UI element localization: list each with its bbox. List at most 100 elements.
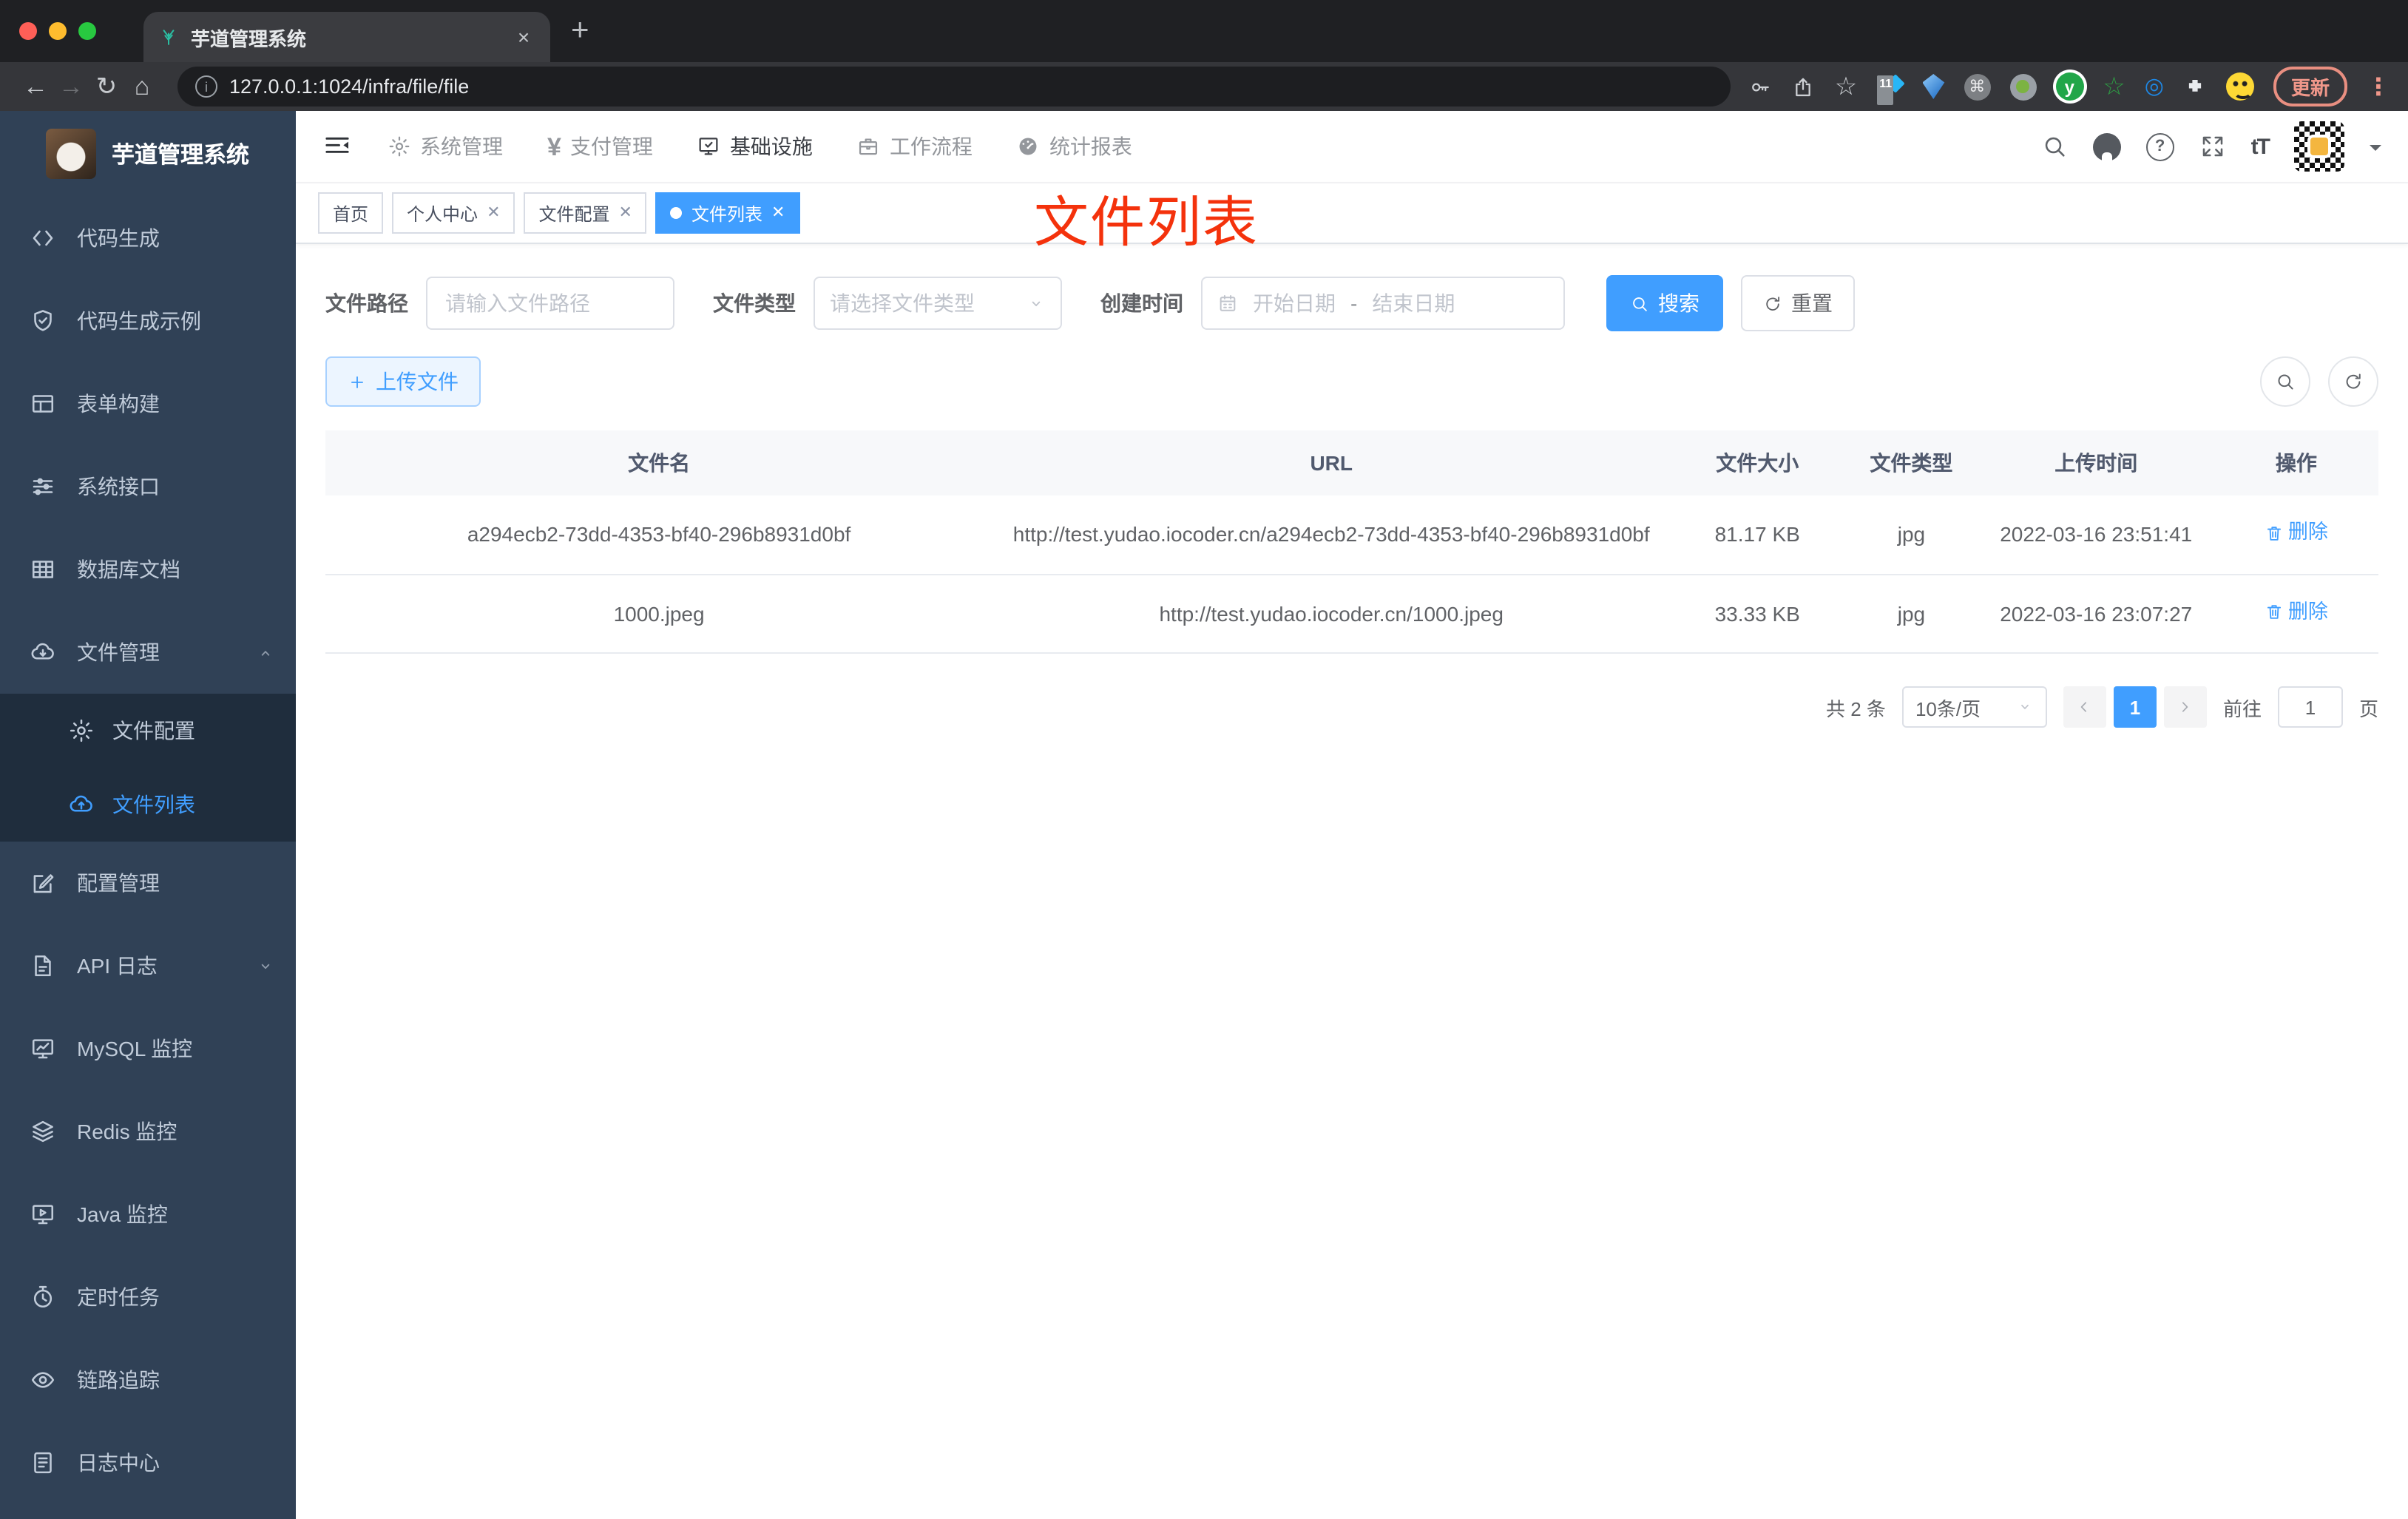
page-size-select[interactable]: 10条/页: [1901, 686, 2047, 728]
app-title: 芋道管理系统: [111, 143, 249, 169]
top-navbar: 系统管理 ¥ 支付管理 基础设施 工作流程 统计报表 ? tT: [296, 111, 2408, 183]
topnav-system-management[interactable]: 系统管理: [388, 132, 503, 161]
extensions-puzzle-icon[interactable]: [2183, 75, 2207, 98]
sidebar-submenu-file: 文件配置 文件列表: [0, 694, 296, 842]
tag-close-icon[interactable]: ✕: [619, 204, 632, 221]
topnav-workflow[interactable]: 工作流程: [857, 132, 973, 161]
page-number-button[interactable]: 1: [2113, 686, 2157, 728]
goto-label: 前往: [2222, 697, 2262, 720]
window-close-button[interactable]: [19, 22, 37, 40]
file-type-select[interactable]: 请选择文件类型: [814, 277, 1062, 330]
col-url: URL: [992, 430, 1671, 495]
url-field[interactable]: i 127.0.0.1:1024/infra/file/file: [177, 67, 1731, 106]
sidebar-item-form-builder[interactable]: 表单构建: [0, 362, 296, 445]
sidebar-item-api-log[interactable]: API 日志: [0, 924, 296, 1007]
sidebar-item-mysql-monitor[interactable]: MySQL 监控: [0, 1007, 296, 1090]
col-upload-time: 上传时间: [1978, 430, 2214, 495]
bookmark-star-icon[interactable]: ☆: [1835, 74, 1858, 99]
share-icon[interactable]: [1792, 75, 1816, 98]
extension-y-icon[interactable]: y: [2055, 72, 2084, 101]
sidebar-item-log-center[interactable]: 日志中心: [0, 1421, 296, 1504]
github-icon[interactable]: [2092, 132, 2121, 160]
delete-button[interactable]: 删除: [2265, 516, 2328, 549]
new-tab-button[interactable]: +: [571, 13, 589, 49]
tab-close-icon[interactable]: ×: [512, 25, 535, 49]
sidebar-item-file-list[interactable]: 文件列表: [0, 768, 296, 842]
back-button[interactable]: ←: [18, 74, 53, 99]
date-range-picker[interactable]: 开始日期 - 结束日期: [1201, 277, 1565, 330]
sidebar-item-java-monitor[interactable]: Java 监控: [0, 1173, 296, 1256]
reload-button[interactable]: ↻: [89, 74, 124, 99]
forward-button[interactable]: →: [53, 74, 89, 99]
search-button[interactable]: 搜索: [1606, 275, 1723, 331]
reset-button[interactable]: 重置: [1741, 275, 1855, 331]
next-page-button[interactable]: [2163, 686, 2207, 728]
topnav-infrastructure[interactable]: 基础设施: [697, 132, 813, 161]
sidebar-item-scheduled-tasks[interactable]: 定时任务: [0, 1256, 296, 1339]
site-info-icon[interactable]: i: [195, 75, 217, 98]
extension-gem-icon[interactable]: [1922, 74, 1945, 99]
extension-star-icon[interactable]: ☆: [2103, 74, 2125, 99]
date-separator: -: [1350, 291, 1358, 315]
col-file-type: 文件类型: [1844, 430, 1978, 495]
cell-file-size: 81.17 KB: [1670, 495, 1845, 575]
sidebar-item-file-config[interactable]: 文件配置: [0, 694, 296, 768]
tag-profile[interactable]: 个人中心 ✕: [392, 192, 515, 234]
cell-file-type: jpg: [1844, 574, 1978, 654]
window-zoom-button[interactable]: [78, 22, 96, 40]
delete-button[interactable]: 删除: [2265, 595, 2328, 629]
tag-close-icon[interactable]: ✕: [771, 204, 785, 221]
font-size-icon[interactable]: tT: [2251, 134, 2270, 159]
browser-tab[interactable]: 芋道管理系统 ×: [143, 12, 550, 62]
page-content: 文件路径 文件类型 请选择文件类型 创建时间: [296, 244, 2408, 1519]
sidebar-item-tracing[interactable]: 链路追踪: [0, 1339, 296, 1421]
fullscreen-icon[interactable]: [2199, 133, 2226, 160]
extension-eye-icon[interactable]: ◎: [2145, 75, 2164, 98]
site-favicon-icon: [158, 27, 179, 47]
refresh-table-button[interactable]: [2328, 356, 2378, 407]
prev-page-button[interactable]: [2063, 686, 2106, 728]
chevron-down-icon: [256, 956, 275, 975]
cell-file-size: 33.33 KB: [1670, 574, 1845, 654]
extension-command-icon[interactable]: ⌘: [1964, 73, 1991, 100]
collapse-sidebar-icon[interactable]: [322, 132, 352, 161]
sidebar-item-config-management[interactable]: 配置管理: [0, 842, 296, 924]
tag-file-config[interactable]: 文件配置 ✕: [524, 192, 647, 234]
file-path-input[interactable]: [426, 277, 674, 330]
sidebar-item-system-api[interactable]: 系统接口: [0, 445, 296, 528]
window-minimize-button[interactable]: [49, 22, 67, 40]
extension-emoji-icon[interactable]: [2225, 72, 2254, 101]
sidebar-item-file-management[interactable]: 文件管理: [0, 611, 296, 694]
table-row: a294ecb2-73dd-4353-bf40-296b8931d0bf htt…: [325, 495, 2378, 575]
sidebar-item-redis-monitor[interactable]: Redis 监控: [0, 1090, 296, 1173]
header-search-icon[interactable]: [2041, 133, 2068, 160]
sidebar-item-code-generation[interactable]: 代码生成: [0, 197, 296, 280]
table-header-row: 文件名 URL 文件大小 文件类型 上传时间 操作: [325, 430, 2378, 495]
tag-home[interactable]: 首页: [318, 192, 384, 234]
password-key-icon[interactable]: [1749, 75, 1773, 98]
extension-dot-icon[interactable]: [2009, 73, 2037, 100]
tag-file-list[interactable]: 文件列表 ✕: [655, 192, 800, 234]
browser-address-bar: ← → ↻ ⌂ i 127.0.0.1:1024/infra/file/file…: [0, 62, 2408, 111]
sidebar-item-code-example[interactable]: 代码生成示例: [0, 280, 296, 362]
topnav-statistics-report[interactable]: 统计报表: [1017, 132, 1132, 161]
home-button[interactable]: ⌂: [124, 74, 160, 99]
extension-tampermonkey-icon[interactable]: 11: [1876, 73, 1905, 100]
avatar[interactable]: [2294, 121, 2344, 172]
browser-update-button[interactable]: 更新: [2273, 67, 2347, 106]
trash-icon: [2265, 523, 2284, 542]
topnav-payment-management[interactable]: ¥ 支付管理: [547, 132, 653, 161]
sidebar: 芋道管理系统 代码生成 代码生成示例 表单构建 系统接口 数据库文档 文件管理 …: [0, 111, 296, 1519]
help-icon[interactable]: ?: [2145, 132, 2174, 160]
app-logo: 芋道管理系统: [0, 111, 296, 197]
col-file-name: 文件名: [325, 430, 993, 495]
avatar-caret-down-icon[interactable]: [2370, 144, 2381, 156]
pagination-total: 共 2 条: [1826, 697, 1886, 720]
sidebar-item-db-doc[interactable]: 数据库文档: [0, 528, 296, 611]
upload-file-button[interactable]: 上传文件: [325, 356, 481, 407]
chevron-up-icon: [256, 643, 275, 662]
browser-menu-icon[interactable]: ⋮: [2367, 72, 2390, 101]
tag-close-icon[interactable]: ✕: [487, 204, 500, 221]
goto-page-input[interactable]: [2277, 686, 2343, 728]
show-search-button[interactable]: [2260, 356, 2310, 407]
